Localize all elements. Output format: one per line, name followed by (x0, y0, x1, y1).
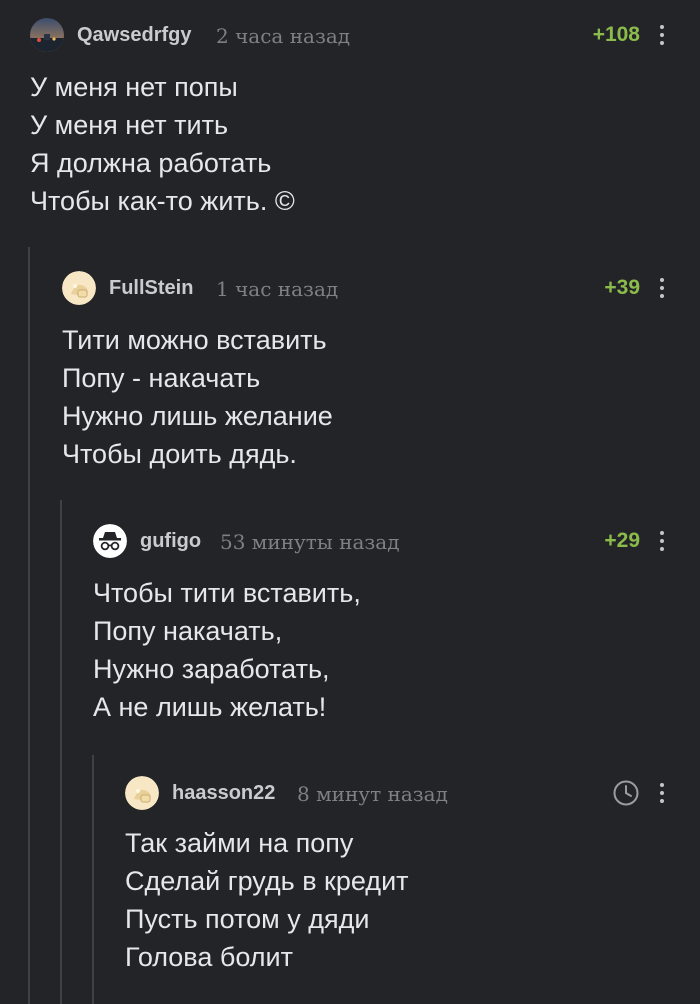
comment-2: FullStein 1 час назад +39 Тити можно вст… (62, 271, 670, 471)
comment-line: Нужно заработать, (93, 654, 330, 684)
user-avatar[interactable] (125, 776, 159, 810)
thread-line-1[interactable] (28, 247, 30, 1004)
default-avatar-icon (125, 776, 159, 810)
comment-time: 2 часа назад (216, 24, 351, 48)
comment-3: gufigo 53 минуты назад +29 Чтобы тити вс… (93, 524, 670, 724)
comment-rating: +29 (604, 529, 640, 552)
comment-line: Так займи на попу (125, 828, 354, 858)
comment-rating: +39 (604, 276, 640, 299)
thread-line-3[interactable] (92, 755, 94, 1004)
comment-line: Сделай грудь в кредит (125, 866, 409, 896)
comment-line: Нужно лишь желание (62, 401, 333, 431)
comment-line: Чтобы доить дядь. (62, 439, 297, 469)
comment-rating: +108 (592, 23, 640, 46)
comment-line: Чтобы как-то жить. © (30, 186, 295, 216)
username[interactable]: FullStein (109, 277, 193, 300)
username[interactable]: haasson22 (172, 782, 275, 805)
more-options-icon[interactable] (654, 275, 670, 301)
incognito-avatar-icon (93, 524, 127, 558)
comment-line: Тити можно вставить (62, 325, 327, 355)
default-avatar-icon (62, 271, 96, 305)
landscape-avatar-icon (30, 18, 64, 52)
comment-header: haasson22 8 минут назад (125, 776, 670, 810)
comment-line: У меня нет тить (30, 110, 229, 140)
clock-icon (612, 779, 640, 807)
comment-time: 1 час назад (216, 277, 339, 301)
comment-text: Так займи на попу Сделай грудь в кредит … (125, 824, 409, 976)
username[interactable]: gufigo (140, 530, 201, 553)
comment-line: А не лишь желать! (93, 692, 327, 722)
user-avatar[interactable] (62, 271, 96, 305)
comment-line: Попу накачать, (93, 616, 283, 646)
thread-line-2[interactable] (60, 500, 62, 1004)
comment-1: Qawsedrfgy 2 часа назад +108 У меня нет … (30, 18, 670, 218)
comment-line: Я должна работать (30, 148, 272, 178)
more-options-icon[interactable] (654, 22, 670, 48)
comment-header: gufigo 53 минуты назад +29 (93, 524, 670, 558)
comment-line: Пусть потом у дяди (125, 904, 370, 934)
comment-line: Попу - накачать (62, 363, 261, 393)
username[interactable]: Qawsedrfgy (77, 24, 191, 47)
comment-4: haasson22 8 минут назад Так займи на поп… (125, 776, 670, 986)
comment-line: Чтобы тити вставить, (93, 578, 361, 608)
comment-time: 8 минут назад (297, 782, 448, 806)
comment-header: Qawsedrfgy 2 часа назад +108 (30, 18, 670, 52)
comment-text: У меня нет попы У меня нет тить Я должна… (30, 68, 295, 220)
more-options-icon[interactable] (654, 780, 670, 806)
comment-text: Тити можно вставить Попу - накачать Нужн… (62, 321, 333, 473)
more-options-icon[interactable] (654, 528, 670, 554)
comment-line: Голова болит (125, 942, 293, 972)
comment-line: У меня нет попы (30, 72, 238, 102)
comment-header: FullStein 1 час назад +39 (62, 271, 670, 305)
user-avatar[interactable] (30, 18, 64, 52)
comment-text: Чтобы тити вставить, Попу накачать, Нужн… (93, 574, 361, 726)
user-avatar[interactable] (93, 524, 127, 558)
comment-time: 53 минуты назад (220, 530, 400, 554)
